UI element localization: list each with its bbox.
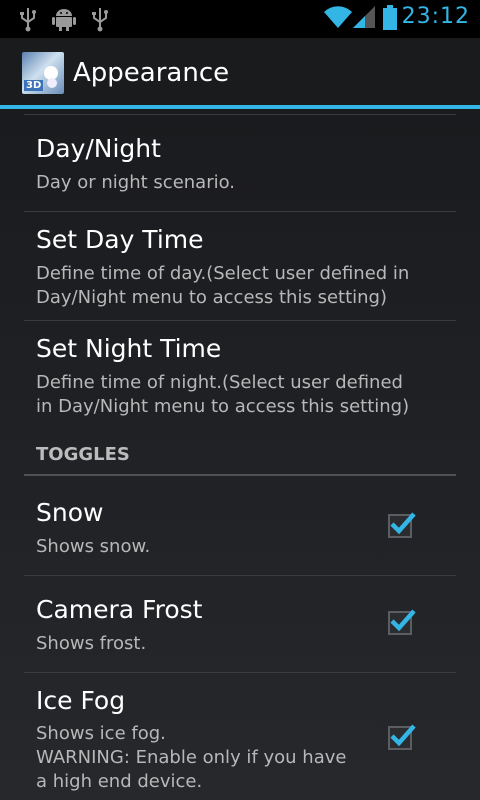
divider [24, 672, 456, 673]
camera-frost-checkbox[interactable] [388, 609, 416, 635]
usb-icon [90, 6, 110, 36]
pref-summary-line: a high end device. [36, 771, 203, 792]
app-icon[interactable]: 3D [22, 52, 64, 94]
signal-icon [353, 6, 377, 34]
divider [24, 114, 456, 115]
pref-title: Set Day Time [36, 225, 204, 254]
pref-summary: Day or night scenario. [36, 172, 236, 193]
divider [24, 211, 456, 212]
check-icon [390, 512, 416, 535]
category-divider [24, 474, 456, 476]
category-header-toggles: TOGGLES [36, 444, 130, 465]
usb-icon [18, 6, 38, 36]
ice-fog-checkbox[interactable] [388, 724, 416, 750]
pref-title: Day/Night [36, 134, 161, 163]
pref-summary-line: Define time of night.(Select user define… [36, 372, 403, 393]
wifi-icon [324, 6, 352, 34]
clock: 23:12 [401, 4, 470, 29]
pref-title: Camera Frost [36, 595, 203, 624]
snow-checkbox[interactable] [388, 512, 416, 538]
pref-title: Snow [36, 498, 104, 527]
pref-title: Ice Fog [36, 686, 126, 715]
pref-summary-line: Day/Night menu to access this setting) [36, 287, 387, 308]
divider [24, 575, 456, 576]
app-icon-label: 3D [24, 80, 44, 91]
pref-summary: Shows snow. [36, 536, 151, 557]
pref-summary-line: Define time of day.(Select user defined … [36, 263, 410, 284]
page-title: Appearance [73, 58, 230, 88]
divider [24, 320, 456, 321]
snowman-body-icon [47, 78, 57, 88]
check-icon [390, 724, 416, 747]
android-debug-icon [52, 6, 76, 36]
pref-summary-line: WARNING: Enable only if you have [36, 747, 347, 768]
check-icon [390, 609, 416, 632]
preferences-list[interactable]: Day/Night Day or night scenario. Set Day… [0, 109, 480, 800]
pref-summary: Shows frost. [36, 633, 147, 654]
battery-icon [382, 5, 398, 35]
pref-summary-line: in Day/Night menu to access this setting… [36, 396, 410, 417]
action-bar: 3D Appearance [0, 38, 480, 105]
status-bar: 23:12 [0, 0, 480, 38]
pref-title: Set Night Time [36, 334, 222, 363]
pref-summary-line: Shows ice fog. [36, 723, 166, 744]
